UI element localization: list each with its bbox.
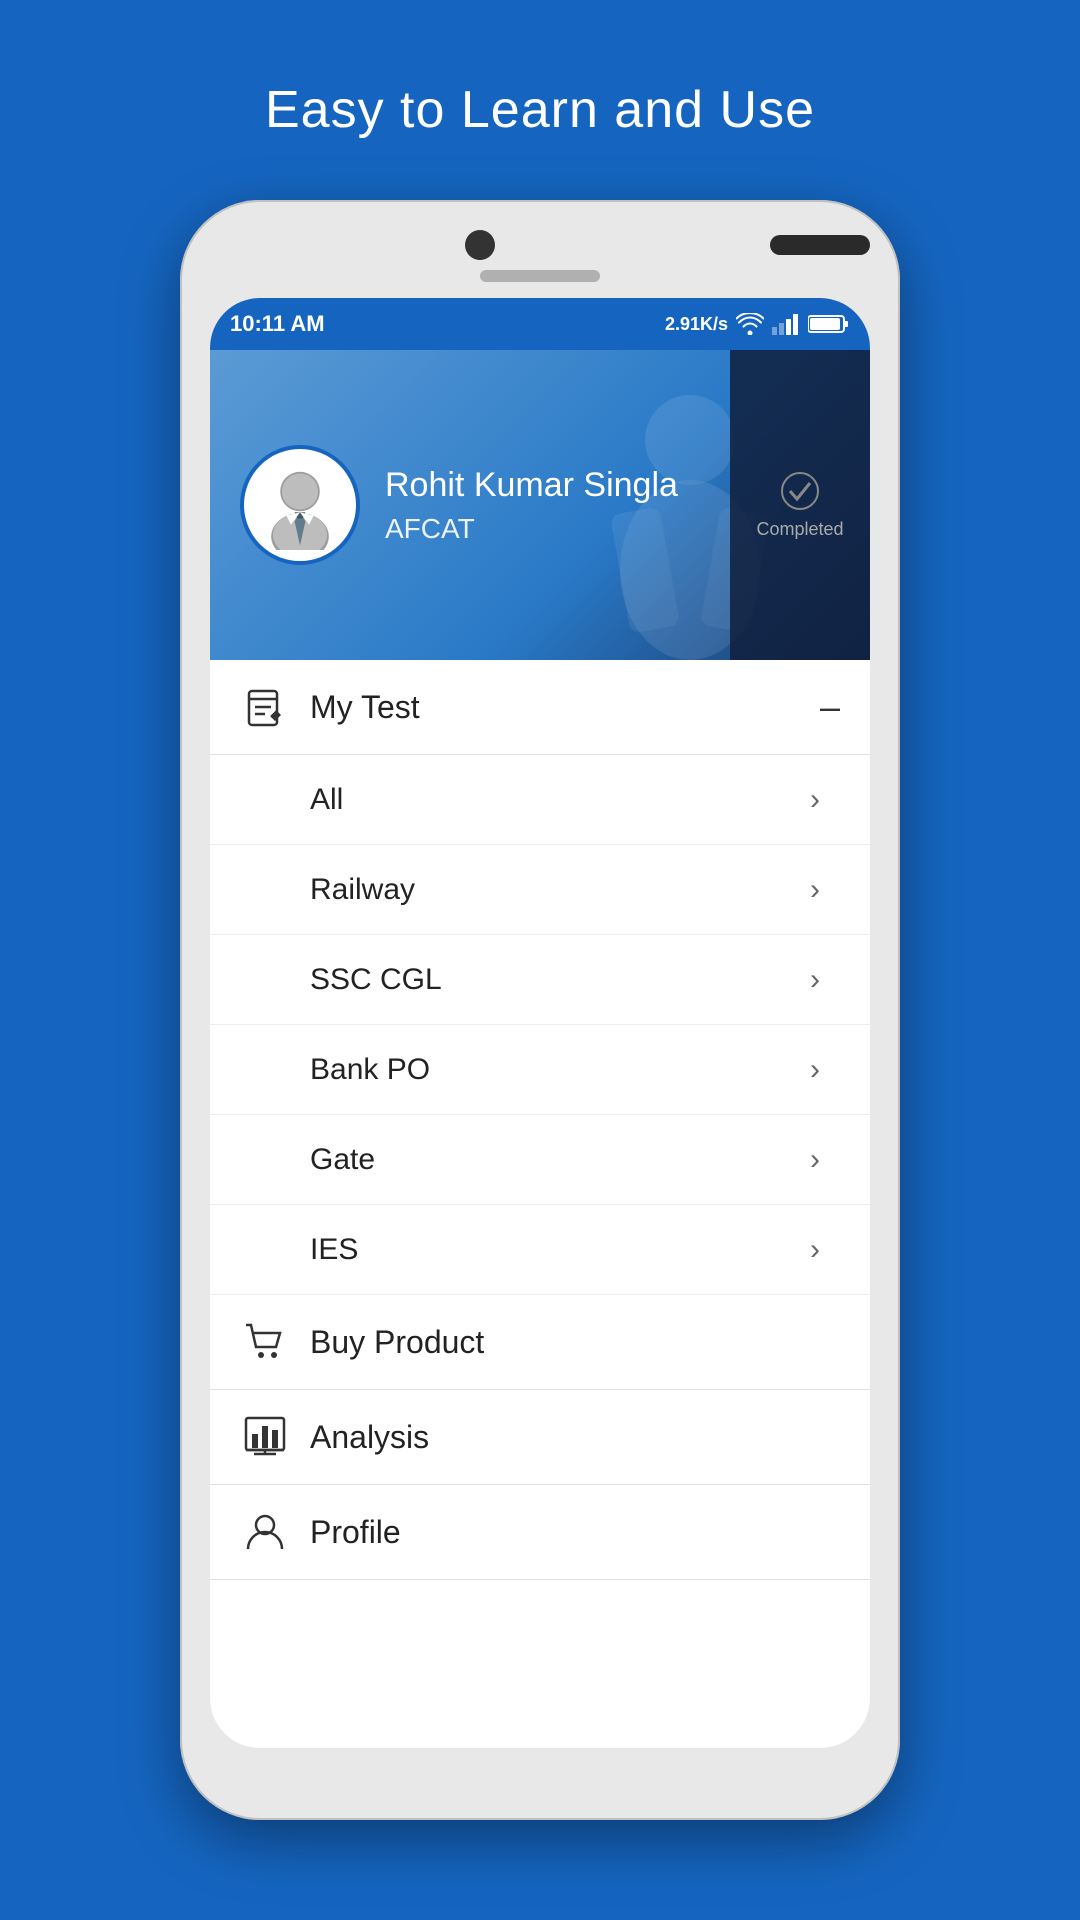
completed-icon — [780, 471, 820, 511]
profile-exam: AFCAT — [385, 513, 678, 545]
chevron-right-icon: › — [810, 783, 820, 817]
status-time: 10:11 AM — [230, 311, 325, 337]
status-bar: 10:11 AM 2.91K/s — [210, 298, 870, 350]
chevron-right-icon: › — [810, 1053, 820, 1087]
page-header: Easy to Learn and Use — [0, 0, 1080, 200]
my-test-label: My Test — [310, 689, 820, 726]
menu-item-railway[interactable]: Railway › — [210, 845, 870, 935]
menu-item-all[interactable]: All › — [210, 755, 870, 845]
buy-product-label: Buy Product — [310, 1324, 484, 1361]
ssc-cgl-label: SSC CGL — [310, 963, 442, 997]
chart-icon — [240, 1412, 290, 1462]
bank-po-label: Bank PO — [310, 1053, 430, 1087]
all-label: All — [310, 783, 343, 817]
chevron-right-icon: › — [810, 873, 820, 907]
avatar — [240, 445, 360, 565]
my-test-toggle[interactable]: – — [820, 686, 840, 728]
chevron-right-icon: › — [810, 1143, 820, 1177]
wifi-icon — [736, 313, 764, 335]
menu-item-bank-po[interactable]: Bank PO › — [210, 1025, 870, 1115]
phone-frame: 10:11 AM 2.91K/s — [180, 200, 900, 1820]
menu-item-buy-product[interactable]: Buy Product — [210, 1295, 870, 1390]
page-title: Easy to Learn and Use — [0, 80, 1080, 140]
earpiece — [770, 235, 870, 255]
completed-label: Completed — [756, 519, 843, 540]
phone-sensors — [210, 230, 870, 260]
chevron-right-icon: › — [810, 963, 820, 997]
phone-screen: 10:11 AM 2.91K/s — [210, 298, 870, 1748]
camera — [465, 230, 495, 260]
menu-item-profile[interactable]: Profile — [210, 1485, 870, 1580]
railway-label: Railway — [310, 873, 415, 907]
status-network: 2.91K/s — [665, 314, 728, 335]
analysis-label: Analysis — [310, 1419, 429, 1456]
my-test-section[interactable]: My Test – — [210, 660, 870, 755]
speaker — [480, 270, 600, 282]
status-icons: 2.91K/s — [665, 313, 850, 335]
ies-label: IES — [310, 1233, 358, 1267]
menu-container: My Test – All › Railway › SSC CGL › Bank… — [210, 660, 870, 1580]
menu-item-analysis[interactable]: Analysis — [210, 1390, 870, 1485]
right-panel: Completed — [730, 350, 870, 660]
cart-icon — [240, 1317, 290, 1367]
profile-header: Rohit Kumar Singla AFCAT Completed — [210, 350, 870, 660]
menu-item-ssc-cgl[interactable]: SSC CGL › — [210, 935, 870, 1025]
menu-item-ies[interactable]: IES › — [210, 1205, 870, 1295]
profile-icon — [240, 1507, 290, 1557]
edit-icon — [240, 682, 290, 732]
profile-label: Profile — [310, 1514, 401, 1551]
chevron-right-icon: › — [810, 1233, 820, 1267]
avatar-icon — [255, 460, 345, 550]
signal-icon — [772, 313, 800, 335]
battery-icon — [808, 314, 850, 334]
menu-item-gate[interactable]: Gate › — [210, 1115, 870, 1205]
gate-label: Gate — [310, 1143, 375, 1177]
